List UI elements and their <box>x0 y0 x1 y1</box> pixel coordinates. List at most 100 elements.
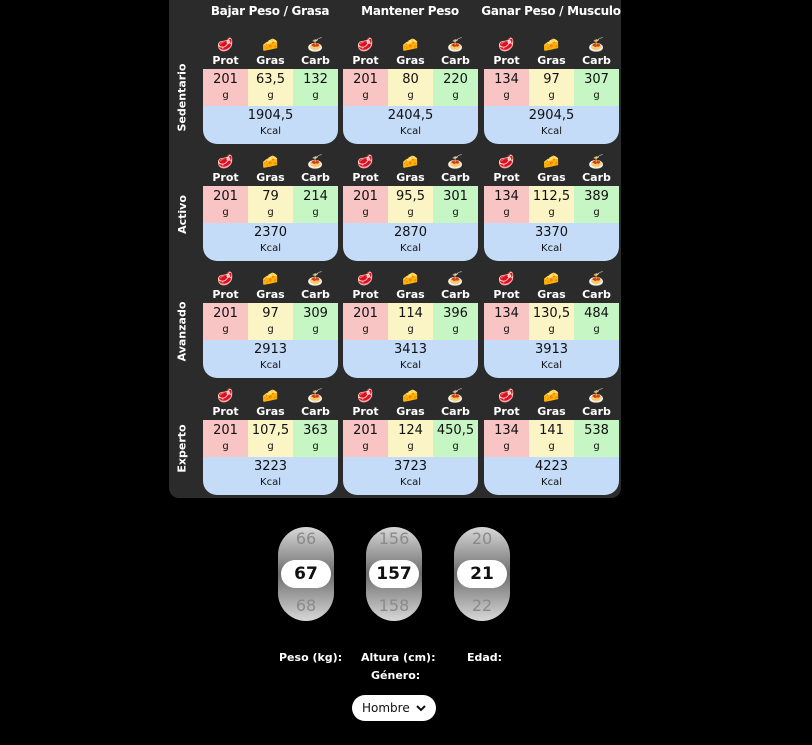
prot-grams: 201 <box>213 189 238 204</box>
prot-value-cell: 134 g <box>484 420 529 457</box>
macro-values-card: 134 g 97 g 307 g 2904,5 Kcal <box>484 69 619 144</box>
carb-unit: g <box>312 441 319 452</box>
prot-value-cell: 201 g <box>203 303 248 340</box>
kcal-value: 3223 <box>253 459 288 474</box>
prot-label: Prot <box>352 405 379 418</box>
macro-values-card: 201 g 79 g 214 g 2370 Kcal <box>203 186 338 261</box>
carb-grams: 307 <box>584 72 609 87</box>
weight-picker[interactable]: 66 67 68 <box>278 527 334 621</box>
fat-value-cell: 124 g <box>388 420 433 457</box>
carb-label: Carb <box>582 54 611 67</box>
fat-label: Gras <box>396 405 425 418</box>
kcal-value: 4223 <box>534 459 569 474</box>
macro-icons-row: 🥩 Prot 🧀 Gras 🍝 Carb <box>203 388 338 420</box>
carb-label: Carb <box>441 405 470 418</box>
cheese-icon: 🧀 <box>262 389 279 404</box>
prot-value-cell: 201 g <box>343 420 388 457</box>
meat-icon: 🥩 <box>498 272 515 287</box>
fat-header: 🧀 Gras <box>388 37 433 69</box>
kcal-cell: 1904,5 Kcal <box>203 106 338 144</box>
fat-unit: g <box>267 441 274 452</box>
fat-header: 🧀 Gras <box>529 388 574 420</box>
fat-unit: g <box>267 324 274 335</box>
carb-header: 🍝 Carb <box>293 154 338 186</box>
prot-header: 🥩 Prot <box>484 37 529 69</box>
macro-card: 🥩 Prot 🧀 Gras 🍝 Carb 201 g 79 g 214 g 2370 Kcal <box>203 154 338 261</box>
carb-header: 🍝 Carb <box>574 37 619 69</box>
prot-header: 🥩 Prot <box>343 154 388 186</box>
prot-label: Prot <box>352 288 379 301</box>
gender-label: Género: <box>371 669 421 682</box>
kcal-value: 3723 <box>393 459 428 474</box>
pasta-icon: 🍝 <box>588 38 605 53</box>
prot-header: 🥩 Prot <box>203 271 248 303</box>
cheese-icon: 🧀 <box>543 38 560 53</box>
meat-icon: 🥩 <box>357 155 374 170</box>
fat-header: 🧀 Gras <box>388 271 433 303</box>
carb-label: Carb <box>582 171 611 184</box>
fat-grams: 114 <box>398 306 423 321</box>
fat-label: Gras <box>537 171 566 184</box>
age-picker[interactable]: 20 21 22 <box>454 527 510 621</box>
cheese-icon: 🧀 <box>402 38 419 53</box>
carb-label: Carb <box>441 54 470 67</box>
meat-icon: 🥩 <box>498 38 515 53</box>
carb-grams: 309 <box>303 306 328 321</box>
fat-label: Gras <box>256 288 285 301</box>
level-label-experto: Experto <box>169 398 195 498</box>
fat-value-cell: 79 g <box>248 186 293 223</box>
macro-icons-row: 🥩 Prot 🧀 Gras 🍝 Carb <box>343 154 478 186</box>
carb-value-cell: 214 g <box>293 186 338 223</box>
fat-grams: 95,5 <box>396 189 425 204</box>
prot-grams: 201 <box>353 423 378 438</box>
prot-label: Prot <box>493 288 520 301</box>
carb-grams: 389 <box>584 189 609 204</box>
fat-unit: g <box>548 324 555 335</box>
gender-select[interactable]: Hombre <box>352 695 436 721</box>
fat-unit: g <box>407 324 414 335</box>
fat-value-cell: 80 g <box>388 69 433 106</box>
fat-grams: 80 <box>402 72 419 87</box>
fat-value-cell: 107,5 g <box>248 420 293 457</box>
fat-value-cell: 130,5 g <box>529 303 574 340</box>
fat-header: 🧀 Gras <box>388 388 433 420</box>
macro-card: 🥩 Prot 🧀 Gras 🍝 Carb 201 g 80 g 220 g 2404,5 Kcal <box>343 37 478 144</box>
carb-unit: g <box>452 207 459 218</box>
carb-value-cell: 538 g <box>574 420 619 457</box>
pasta-icon: 🍝 <box>588 155 605 170</box>
prot-grams: 134 <box>494 72 519 87</box>
fat-label: Gras <box>256 405 285 418</box>
carb-unit: g <box>593 207 600 218</box>
carb-value-cell: 301 g <box>433 186 478 223</box>
carb-value-cell: 450,5 g <box>433 420 478 457</box>
macro-icons-row: 🥩 Prot 🧀 Gras 🍝 Carb <box>343 271 478 303</box>
macro-icons-row: 🥩 Prot 🧀 Gras 🍝 Carb <box>203 37 338 69</box>
cheese-icon: 🧀 <box>402 272 419 287</box>
height-label: Altura (cm): <box>361 651 436 664</box>
fat-grams: 124 <box>398 423 423 438</box>
kcal-value: 2404,5 <box>387 108 434 123</box>
cheese-icon: 🧀 <box>543 272 560 287</box>
kcal-value: 2913 <box>253 342 288 357</box>
prot-label: Prot <box>212 54 239 67</box>
pasta-icon: 🍝 <box>307 389 324 404</box>
prot-value-cell: 201 g <box>203 186 248 223</box>
height-picker[interactable]: 156 157 158 <box>366 527 422 621</box>
prot-value-cell: 201 g <box>343 186 388 223</box>
prot-header: 🥩 Prot <box>343 37 388 69</box>
prot-label: Prot <box>352 171 379 184</box>
pasta-icon: 🍝 <box>307 272 324 287</box>
macro-icons-row: 🥩 Prot 🧀 Gras 🍝 Carb <box>484 388 619 420</box>
prot-unit: g <box>222 207 229 218</box>
prot-label: Prot <box>352 54 379 67</box>
carb-value-cell: 220 g <box>433 69 478 106</box>
carb-grams: 220 <box>443 72 468 87</box>
macro-icons-row: 🥩 Prot 🧀 Gras 🍝 Carb <box>484 154 619 186</box>
cheese-icon: 🧀 <box>543 389 560 404</box>
fat-grams: 97 <box>262 306 279 321</box>
level-label-text: Activo <box>175 194 189 234</box>
macro-card: 🥩 Prot 🧀 Gras 🍝 Carb 201 g 107,5 g 363 g 3223 Kcal <box>203 388 338 495</box>
prot-label: Prot <box>493 171 520 184</box>
macro-icons-row: 🥩 Prot 🧀 Gras 🍝 Carb <box>484 37 619 69</box>
carb-grams: 396 <box>443 306 468 321</box>
